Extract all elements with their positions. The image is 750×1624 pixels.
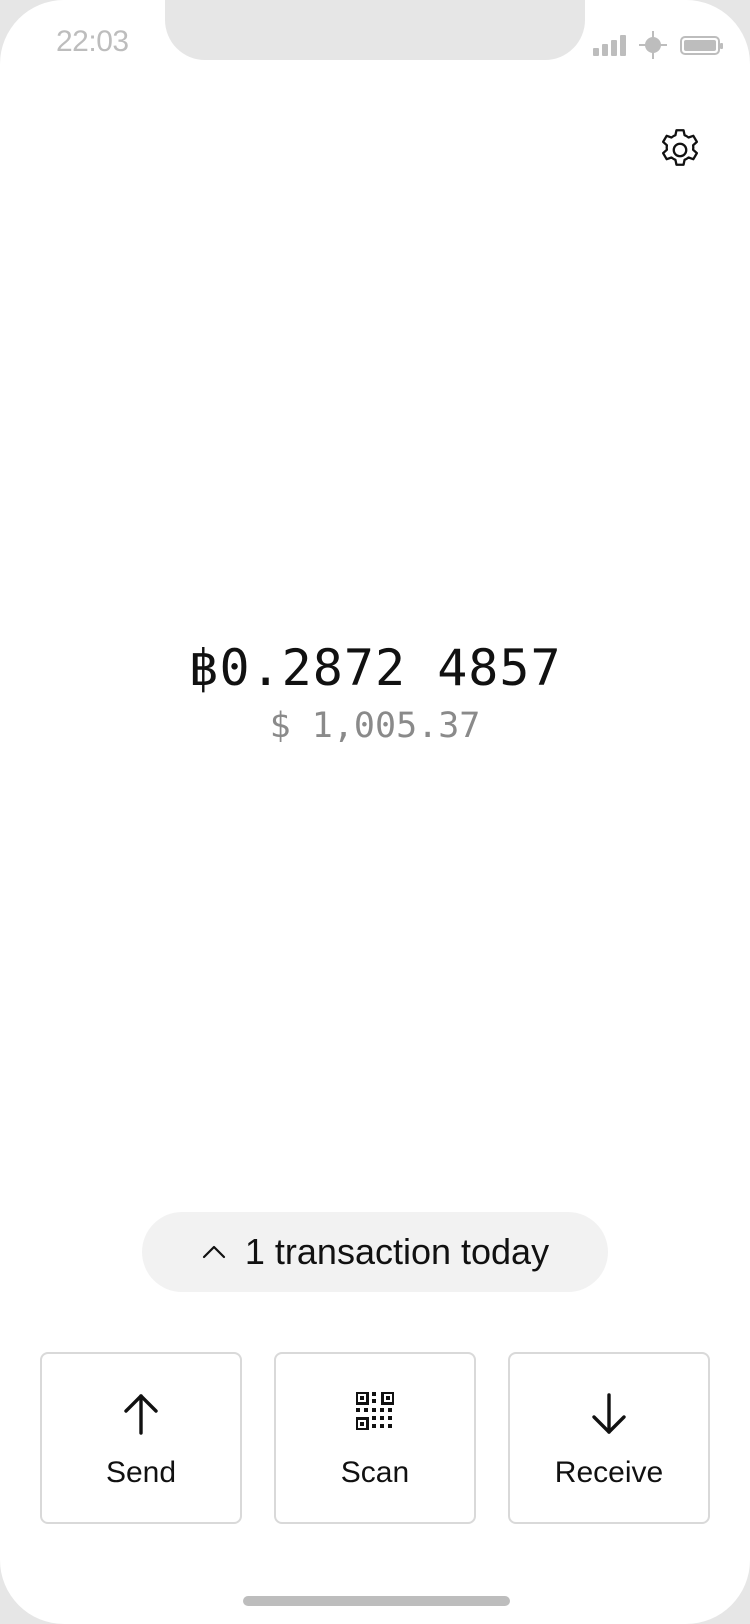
battery-icon — [680, 35, 723, 55]
transactions-label: 1 transaction today — [244, 1231, 550, 1272]
device-notch — [165, 0, 585, 60]
receive-button[interactable]: Receive — [508, 1352, 710, 1524]
balance-display: ฿0.2872 4857 $ 1,005.37 — [0, 638, 750, 748]
status-icons — [593, 30, 723, 60]
settings-button[interactable] — [652, 122, 708, 178]
connectivity-icon — [639, 31, 667, 59]
home-indicator[interactable] — [243, 1596, 510, 1606]
status-bar: 22:03 — [0, 0, 750, 60]
chevron-up-icon — [202, 1245, 225, 1259]
status-time: 22:03 — [56, 25, 129, 58]
receive-label: Receive — [554, 1456, 664, 1489]
arrow-down-icon — [592, 1393, 626, 1434]
send-label: Send — [105, 1456, 177, 1489]
send-button[interactable]: Send — [40, 1352, 242, 1524]
arrow-up-icon — [124, 1394, 158, 1435]
action-bar: Send Scan Receive — [40, 1352, 710, 1524]
qr-code-icon — [356, 1392, 394, 1430]
scan-label: Scan — [340, 1456, 410, 1489]
fiat-balance: $ 1,005.37 — [269, 706, 481, 746]
btc-balance: ฿0.2872 4857 — [188, 639, 562, 697]
app-screen: 22:03 ฿0.2872 4857 $ 1,005.37 1 transact — [0, 0, 750, 1624]
scan-button[interactable]: Scan — [274, 1352, 476, 1524]
transactions-toggle[interactable]: 1 transaction today — [142, 1212, 608, 1292]
cellular-signal-icon — [593, 34, 626, 56]
gear-icon — [661, 129, 699, 166]
